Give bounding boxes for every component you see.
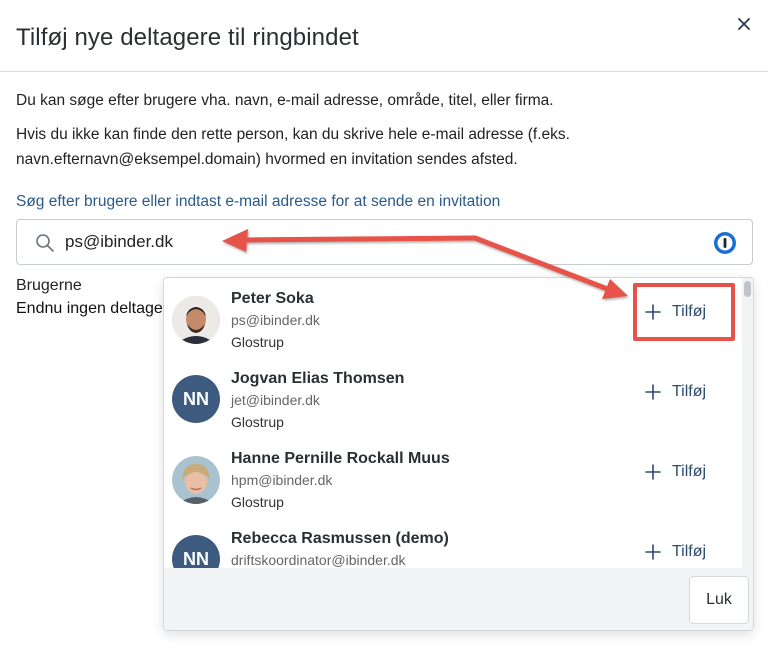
result-email: jet@ibinder.dk	[231, 392, 320, 408]
result-name: Hanne Pernille Rockall Muus	[231, 450, 450, 467]
result-row: Hanne Pernille Rockall Muus hpm@ibinder.…	[164, 438, 742, 518]
result-city: Glostrup	[231, 414, 284, 430]
plus-icon	[645, 384, 661, 400]
search-icon	[35, 233, 55, 253]
plus-icon	[645, 464, 661, 480]
result-email: hpm@ibinder.dk	[231, 472, 333, 488]
result-email: driftskoordinator@ibinder.dk	[231, 552, 406, 568]
result-name: Rebecca Rasmussen (demo)	[231, 530, 449, 547]
dialog-header: Tilføj nye deltagere til ringbindet	[0, 0, 768, 72]
add-button[interactable]: Tilføj	[644, 455, 734, 489]
dialog: Tilføj nye deltagere til ringbindet Du k…	[0, 0, 768, 652]
dropdown-footer: Luk	[164, 568, 753, 630]
dialog-title: Tilføj nye deltagere til ringbindet	[16, 24, 359, 51]
password-manager-icon[interactable]	[713, 231, 737, 255]
avatar: NN	[172, 535, 220, 568]
invite-hint-text: Hvis du ikke kan finde den rette person,…	[16, 126, 570, 168]
users-empty-text: Endnu ingen deltagere	[16, 300, 166, 317]
add-button-label: Tilføj	[672, 463, 707, 480]
close-button[interactable]: Luk	[689, 576, 749, 624]
avatar	[172, 456, 220, 504]
avatar: NN	[172, 375, 220, 423]
result-name: Peter Soka	[231, 290, 314, 307]
search-input[interactable]	[65, 228, 665, 256]
search-field[interactable]	[16, 219, 753, 265]
result-row: NN Jogvan Elias Thomsen jet@ibinder.dk G…	[164, 358, 742, 438]
users-heading: Brugerne	[16, 277, 82, 294]
results-scrollbar[interactable]	[742, 278, 753, 568]
search-label: Søg efter brugere eller indtast e-mail a…	[16, 193, 501, 210]
close-icon[interactable]	[733, 13, 755, 35]
result-city: Glostrup	[231, 334, 284, 350]
add-button-label: Tilføj	[672, 383, 707, 400]
result-city: Glostrup	[231, 494, 284, 510]
scrollbar-thumb[interactable]	[744, 281, 751, 297]
add-button-label: Tilføj	[672, 543, 707, 560]
add-button[interactable]: Tilføj	[644, 375, 734, 409]
result-email: ps@ibinder.dk	[231, 312, 320, 328]
result-name: Jogvan Elias Thomsen	[231, 370, 405, 387]
intro-text: Du kan søge efter brugere vha. navn, e-m…	[16, 92, 554, 109]
plus-icon	[645, 544, 661, 560]
result-row: NN Rebecca Rasmussen (demo) driftskoordi…	[164, 518, 742, 568]
highlight-box	[633, 283, 735, 341]
avatar	[172, 296, 220, 344]
add-button[interactable]: Tilføj	[644, 535, 734, 568]
